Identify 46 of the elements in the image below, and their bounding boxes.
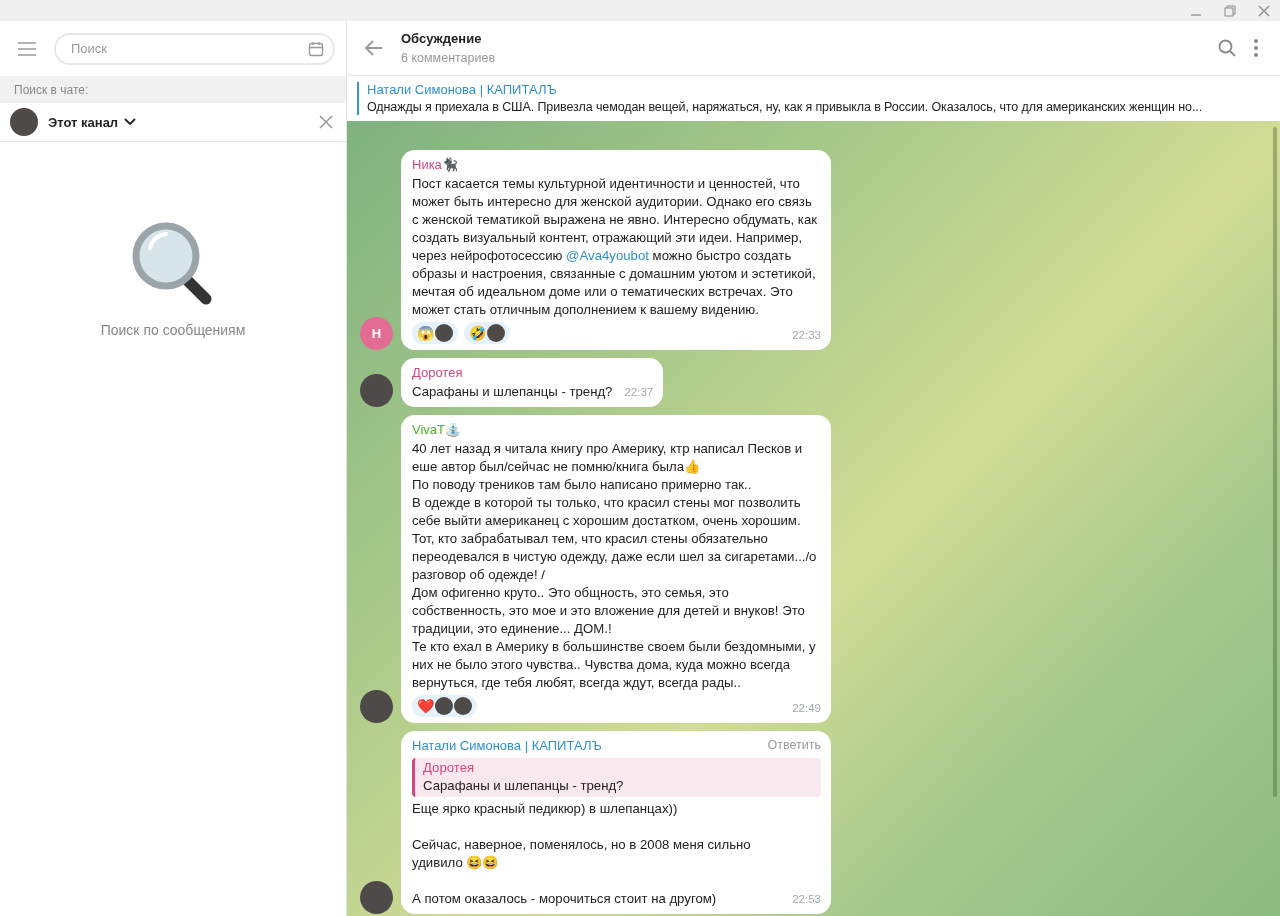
- message-text: Еще ярко красный педикюр) в шлепанцах)) Сейчас, наверное, поменялось, но в 2008 меня сильно удивило 😆😆 А потом оказалось - морочиться стоит на другом): [412, 800, 752, 908]
- chat-title: Обсуждение: [401, 31, 483, 46]
- chat-subtitle: 6 комментариев: [401, 51, 497, 65]
- pinned-author: Натали Симонова | КАПИТАЛЪ: [367, 82, 558, 97]
- search-in-chat-label: Поиск в чате:: [0, 76, 346, 103]
- author-name[interactable]: Натали Симонова | КАПИТАЛЪ: [412, 736, 602, 756]
- pinned-message[interactable]: Натали Симонова | КАПИТАЛЪ Однажды я приехала в США. Привезла чемодан вещей, наряжаться, ну, как я привыкла в России. Оказалось, что для американских женщин но...: [357, 82, 1280, 115]
- reaction-chip[interactable]: ❤: [412, 695, 477, 717]
- channel-avatar: [10, 108, 38, 136]
- menu-icon[interactable]: [18, 41, 36, 56]
- chevron-down-icon: [124, 118, 137, 126]
- author-name[interactable]: Ника🐈‍⬛: [412, 155, 458, 175]
- search-icon[interactable]: [1218, 39, 1236, 57]
- scrollbar[interactable]: [1273, 127, 1277, 797]
- reactor-avatar: [435, 697, 453, 715]
- quote-author: Доротея: [423, 759, 476, 777]
- pinned-text: Однажды я приехала в США. Привезла чемодан вещей, наряжаться, ну, как я привыкла в России. Оказалось, что для американских женщин но...: [367, 99, 1204, 115]
- empty-state-text: Поиск по сообщениям: [100, 322, 246, 338]
- calendar-icon[interactable]: [308, 40, 324, 57]
- avatar[interactable]: [360, 881, 393, 914]
- avatar[interactable]: [360, 374, 393, 407]
- reactor-avatar: [454, 697, 472, 715]
- reactor-avatar: [435, 324, 453, 342]
- message-text: 40 лет назад я читала книгу про Америку, ктр написал Песков и еше автор был/сейчас не помню/книга была👍 По поводу треников там было написано примерно так.. В одежде в которой ты только, что красил стены мог позволить себе выйти американец с хорошим достатком, очень хорошим. Тот, кто забрабатывал тем, что красил стены обязательно переодевался в чистую одежду, даже если шел за сигаретами.../о разговор об одежде! / Дом офигенно круто.. Это общность, это семья, это собственность, это мое и это вложение для детей и внуков! Это традиции, это единение... ДОМ.! Те кто ехал в Америку в большинстве своем были бездомными, у них не было этого чувства.. Чувства дома, куда можно всегда вернуться, где тебя любят, всегда ждут, всегда рады..: [412, 440, 818, 692]
- close-icon[interactable]: [1258, 4, 1270, 17]
- scope-dropdown[interactable]: Этот канал: [48, 114, 137, 130]
- message-time: 22:37: [624, 385, 654, 400]
- restore-icon[interactable]: [1224, 4, 1236, 17]
- message-time: 22:49: [792, 701, 821, 716]
- author-name[interactable]: VivaT⛲: [412, 420, 461, 440]
- message-text: Пост касается темы культурной идентичности и ценностей, что может быть интересно для женской аудитории. Однако его связь с женской тематикой выражена не явно. Интересно обдумать, как создать визуальный контент, отражающий эти идеи. Например, через нейрофотосессию @Ava4youbot можно быстро создать образы и настроения, связанные с домашним уютом и эстетикой, мечтая об идеальном доме или о тематических встречах. Это может стать отличным дополнением к вашему видению.: [412, 175, 819, 319]
- back-arrow-icon[interactable]: [365, 40, 383, 56]
- reactor-avatar: [487, 324, 505, 342]
- avatar[interactable]: [360, 690, 393, 723]
- mention-link[interactable]: @Ava4youbot: [566, 248, 649, 263]
- message-time: 22:53: [792, 892, 821, 907]
- search-field[interactable]: Поиск: [54, 32, 335, 65]
- message-text: Сарафаны и шлепанцы - тренд?: [412, 383, 613, 401]
- reply-link[interactable]: Ответить: [767, 736, 821, 756]
- more-icon[interactable]: [1254, 39, 1258, 57]
- quoted-message[interactable]: Доротея Сарафаны и шлепанцы - тренд?: [412, 758, 821, 797]
- quote-text: Сарафаны и шлепанцы - тренд?: [423, 777, 625, 795]
- avatar[interactable]: Н: [360, 317, 393, 350]
- message-time: 22:33: [792, 328, 821, 343]
- close-icon[interactable]: [319, 115, 333, 129]
- author-name[interactable]: Доротея: [412, 363, 463, 383]
